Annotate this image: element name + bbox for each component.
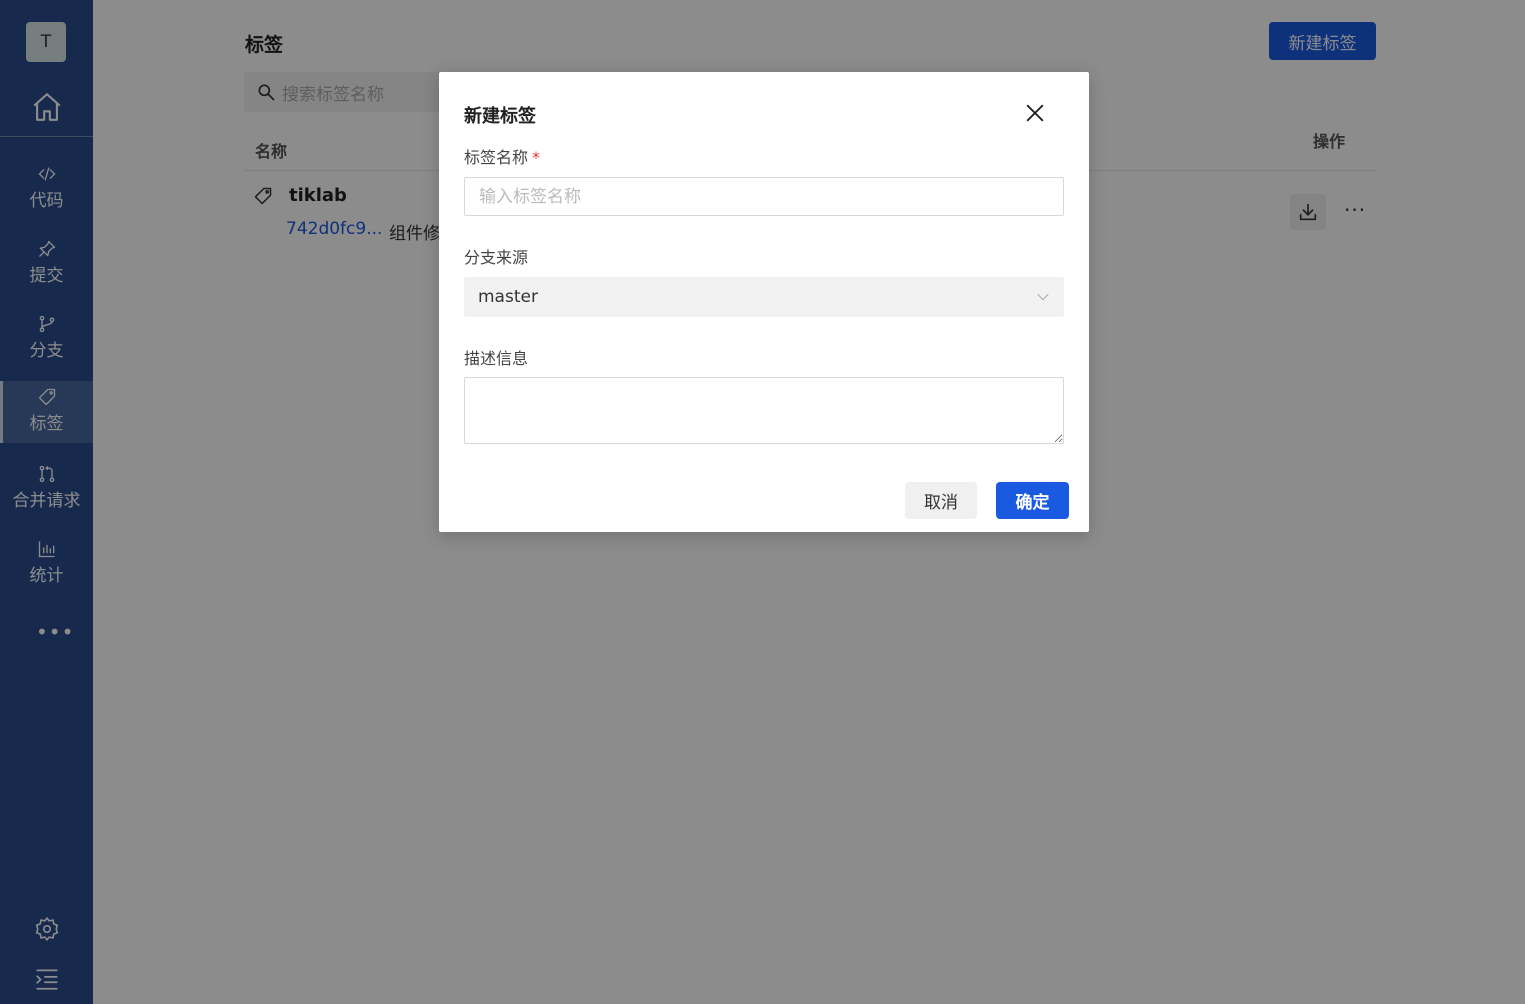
source-branch-label: 分支来源 [464, 248, 529, 267]
description-textarea[interactable] [464, 377, 1064, 444]
close-icon[interactable] [1024, 102, 1046, 124]
source-branch-value: master [478, 287, 538, 307]
cancel-button[interactable]: 取消 [905, 482, 977, 519]
dialog-title: 新建标签 [464, 106, 536, 127]
confirm-button[interactable]: 确定 [996, 482, 1069, 519]
description-label: 描述信息 [464, 349, 529, 368]
required-mark: * [532, 148, 541, 167]
new-tag-dialog: 新建标签 标签名称* 分支来源 master 描述信息 取消 确定 [439, 72, 1089, 532]
tag-name-label: 标签名称 * [464, 148, 541, 167]
tag-name-input[interactable] [464, 177, 1064, 216]
source-branch-select[interactable]: master [464, 277, 1064, 317]
chevron-down-icon [1037, 293, 1049, 301]
